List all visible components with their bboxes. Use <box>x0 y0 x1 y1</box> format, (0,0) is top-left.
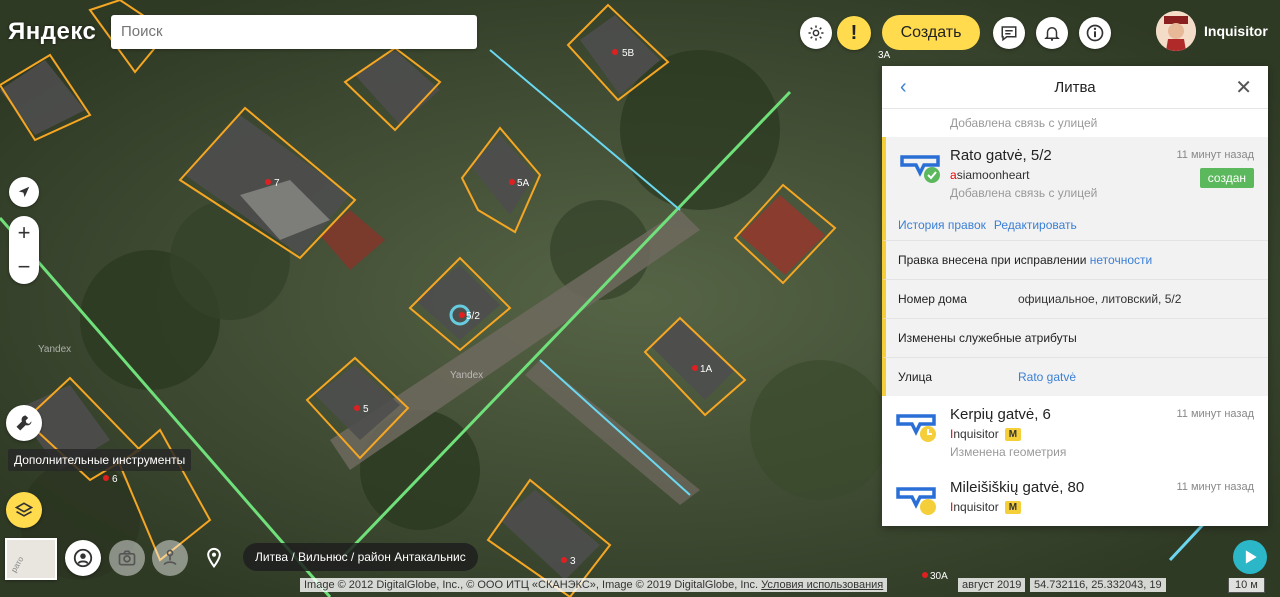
search-input[interactable] <box>111 15 471 47</box>
entry-time: 11 минут назад <box>1176 149 1255 161</box>
panel-title: Литва <box>1054 78 1096 96</box>
terms-link[interactable]: Условия использования <box>761 579 883 591</box>
house-label: 5 <box>363 404 369 415</box>
house-label: 7 <box>274 178 280 189</box>
entry-user[interactable]: Inquisitor M <box>950 427 1252 441</box>
address-icon <box>896 487 936 515</box>
history-panel: ‹ Литва ✕ Добавлена связь с улицей Rato … <box>882 66 1268 526</box>
camera-icon <box>118 550 136 566</box>
coordinates: 54.732116, 25.332043, 19 <box>1030 578 1166 592</box>
play-button[interactable] <box>1233 540 1267 574</box>
route-icon <box>163 549 177 566</box>
house-label: 6 <box>112 474 118 485</box>
house-label: 30A <box>930 571 948 582</box>
list-item[interactable]: Rato gatvė, 5/2 11 минут назад asiamoonh… <box>882 137 1268 210</box>
house-label: 1A <box>700 364 713 375</box>
moderator-badge: M <box>1004 427 1022 441</box>
imagery-date: август 2019 <box>958 578 1026 592</box>
breadcrumb[interactable]: Литва / Вильнюс / район Антакальнис <box>243 543 478 571</box>
house-label: 5/2 <box>466 311 480 322</box>
copyright-text: Image © 2012 DigitalGlobe, Inc., © ООО И… <box>304 579 759 591</box>
address-icon <box>896 414 936 442</box>
inaccuracy-link[interactable]: неточности <box>1090 253 1152 267</box>
address-icon <box>900 155 940 183</box>
info-button[interactable] <box>1079 17 1111 49</box>
wrench-icon <box>16 415 32 431</box>
feedback-button[interactable] <box>993 17 1025 49</box>
moderator-badge: M <box>1004 500 1022 514</box>
zoom-out-button[interactable]: − <box>18 254 31 280</box>
settings-button[interactable] <box>800 17 832 49</box>
navigation-arrow-icon <box>18 186 30 198</box>
street-link[interactable]: Rato gatvė <box>1018 370 1076 384</box>
close-icon[interactable]: ✕ <box>1235 75 1252 100</box>
service-attrs-row: Изменены служебные атрибуты <box>882 318 1268 357</box>
street-row: Улица Rato gatvė <box>882 357 1268 396</box>
house-label: 3 <box>570 556 576 567</box>
minimap[interactable]: рато <box>5 538 57 580</box>
tools-button[interactable] <box>6 405 42 441</box>
fix-row: Правка внесена при исправлении неточност… <box>882 240 1268 279</box>
history-link[interactable]: История правок <box>898 218 986 232</box>
zoom-in-button[interactable]: + <box>18 220 31 246</box>
house-label: 5B <box>622 48 635 59</box>
yandex-logo[interactable]: Яндекс <box>8 18 96 46</box>
search-box[interactable] <box>111 15 477 49</box>
list-item[interactable]: Kerpių gatvė, 6 11 минут назад Inquisito… <box>882 396 1268 469</box>
map-watermark: Yandex <box>38 344 71 355</box>
locate-button[interactable] <box>9 177 39 207</box>
tools-tooltip: Дополнительные инструменты <box>8 449 192 471</box>
message-icon <box>1001 26 1017 42</box>
map-watermark: Yandex <box>450 370 483 381</box>
create-button[interactable]: Создать <box>882 15 980 50</box>
list-item[interactable]: Mileišiškių gatvė, 80 11 минут назад Inq… <box>882 469 1268 524</box>
previous-entry-action: Добавлена связь с улицей <box>950 116 1098 130</box>
zoom-control: + − <box>9 216 39 284</box>
layers-icon <box>14 502 34 517</box>
entry-action: Добавлена связь с улицей <box>950 186 1098 200</box>
status-badge: создан <box>1199 168 1254 188</box>
entry-action: Изменена геометрия <box>950 445 1067 459</box>
entry-user[interactable]: Inquisitor M <box>950 500 1252 514</box>
house-number-row: Номер дома официальное, литовский, 5/2 <box>882 279 1268 318</box>
location-pin-icon[interactable] <box>204 547 224 572</box>
back-icon[interactable]: ‹ <box>900 76 907 99</box>
person-pin-icon <box>73 548 93 568</box>
warning-button[interactable]: ! <box>837 16 871 50</box>
copyright-bar: Image © 2012 DigitalGlobe, Inc., © ООО И… <box>300 578 888 592</box>
user-menu[interactable]: Inquisitor <box>1156 11 1268 51</box>
entry-time: 11 минут назад <box>1176 408 1255 420</box>
info-icon <box>1086 24 1104 42</box>
house-label: 5A <box>517 178 530 189</box>
panel-header: ‹ Литва ✕ <box>882 66 1268 109</box>
avatar-image <box>1156 11 1196 51</box>
entry-time: 11 минут назад <box>1176 481 1255 493</box>
avatar <box>1156 11 1196 51</box>
photos-button[interactable] <box>109 540 145 576</box>
edit-link[interactable]: Редактировать <box>994 218 1077 232</box>
ruler-button[interactable] <box>152 540 188 576</box>
gear-icon <box>808 25 824 41</box>
bell-icon <box>1044 27 1060 41</box>
layers-button[interactable] <box>6 492 42 528</box>
notifications-button[interactable] <box>1036 17 1068 49</box>
scale-bar: 10 м <box>1228 578 1265 593</box>
minimap-label: рато <box>9 554 26 575</box>
house-label: 3A <box>878 50 891 61</box>
play-icon <box>1245 550 1257 564</box>
user-name: Inquisitor <box>1204 23 1268 39</box>
panorama-button[interactable] <box>65 540 101 576</box>
entry-links: История правок Редактировать <box>882 210 1268 240</box>
exclamation-icon: ! <box>850 21 858 44</box>
